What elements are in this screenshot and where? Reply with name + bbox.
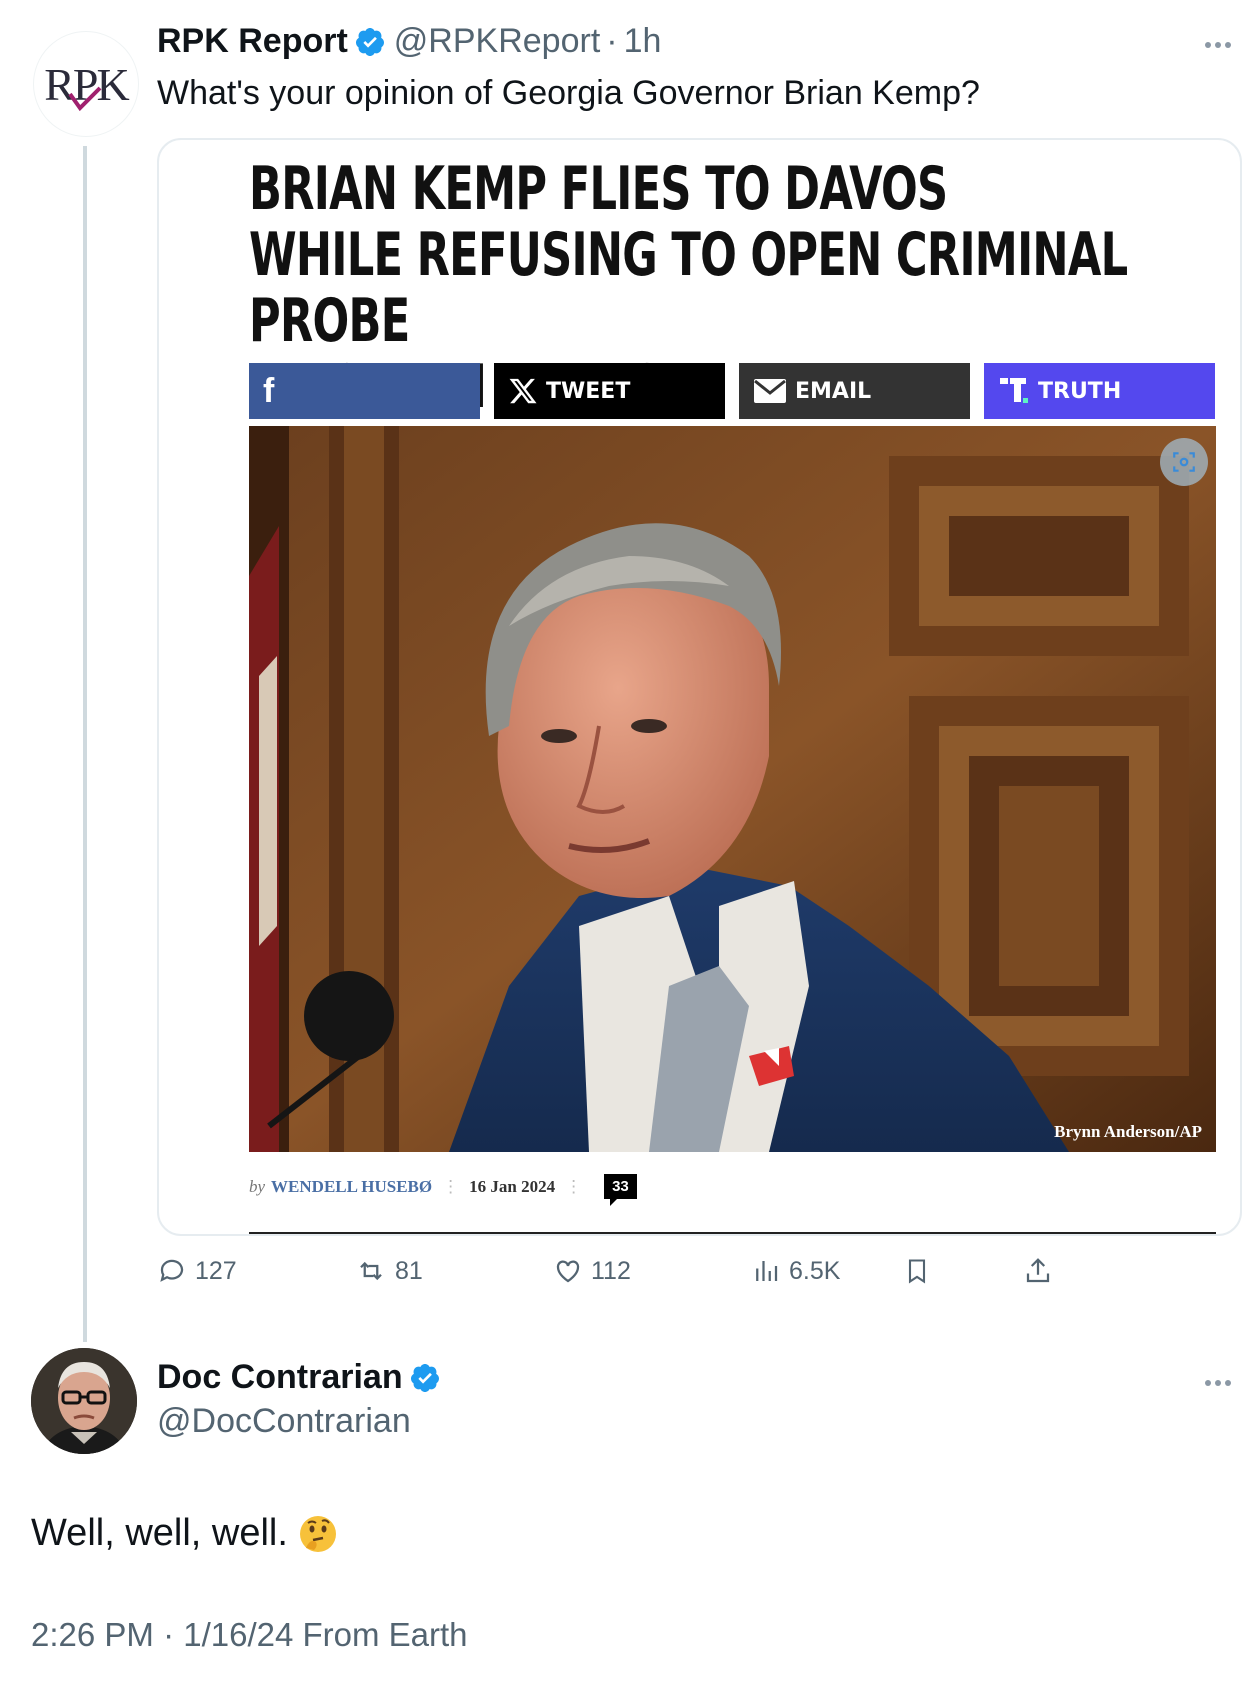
- repost-icon: [360, 1261, 382, 1281]
- x-logo-icon: [509, 378, 537, 404]
- facebook-share-button[interactable]: f: [249, 363, 480, 419]
- article-card[interactable]: BRIAN KEMP FLIES TO DAVOS WHILE REFUSING…: [157, 138, 1242, 1236]
- photo-credit: Brynn Anderson/AP: [1054, 1122, 1202, 1141]
- image-scan-icon[interactable]: [1160, 438, 1208, 486]
- reply-text: Well, well, well.: [31, 1512, 288, 1554]
- author-handle[interactable]: @RPKReport: [394, 22, 600, 61]
- share-button[interactable]: [1023, 1256, 1061, 1286]
- bookmark-button[interactable]: [903, 1256, 939, 1286]
- tweet-text: What's your opinion of Georgia Governor …: [157, 74, 980, 112]
- doc-avatar-portrait: [31, 1348, 137, 1454]
- views-button[interactable]: 6.5K: [751, 1256, 840, 1286]
- tweet-share-label: TWEET: [546, 378, 631, 404]
- reply-icon: [160, 1259, 184, 1282]
- byline-author[interactable]: WENDELL HUSEBØ: [271, 1177, 432, 1197]
- author-name[interactable]: RPK Report: [157, 22, 348, 61]
- verified-badge-icon: [355, 27, 384, 56]
- email-share-button[interactable]: EMAIL: [739, 363, 970, 419]
- truth-social-icon: [1000, 378, 1028, 403]
- view-count: 6.5K: [789, 1256, 841, 1285]
- headline-line-1: BRIAN KEMP FLIES TO DAVOS: [249, 154, 948, 224]
- more-options-icon[interactable]: [1205, 42, 1231, 48]
- reply-text-row: Well, well, well.: [31, 1512, 338, 1555]
- bookmark-icon: [908, 1259, 926, 1284]
- reply-author-name[interactable]: Doc Contrarian: [157, 1358, 403, 1397]
- card-divider: [249, 1232, 1216, 1234]
- header-separator: ·: [606, 22, 618, 60]
- like-count: 112: [591, 1256, 631, 1285]
- facebook-icon: f: [263, 372, 275, 410]
- byline-date: 16 Jan 2024: [469, 1176, 556, 1196]
- tweet-timestamp[interactable]: 1h: [624, 22, 662, 61]
- truth-social-share-button[interactable]: TRUTH: [984, 363, 1215, 419]
- reply-count: 127: [195, 1256, 237, 1285]
- thread-connector-line: [83, 146, 87, 1342]
- byline-separator-2: ⋮: [565, 1176, 583, 1196]
- article-byline: by WENDELL HUSEBØ ⋮ 16 Jan 2024 ⋮ 33: [249, 1174, 637, 1206]
- thinking-face-emoji-icon: [299, 1515, 336, 1552]
- article-photo[interactable]: Brynn Anderson/AP: [249, 426, 1216, 1152]
- heart-icon: [556, 1260, 580, 1283]
- x-tweet-share-button[interactable]: TWEET: [494, 363, 725, 419]
- reply-button[interactable]: 127: [157, 1256, 237, 1286]
- share-icon: [1026, 1258, 1050, 1283]
- avatar-doc-contrarian[interactable]: [31, 1348, 137, 1454]
- tweet-action-bar: 127 81 112 6.5K: [157, 1256, 1107, 1296]
- like-button[interactable]: 112: [553, 1256, 631, 1286]
- comment-count-badge[interactable]: 33: [604, 1174, 637, 1206]
- reply-author-handle[interactable]: @DocContrarian: [157, 1402, 411, 1441]
- repost-button[interactable]: 81: [355, 1256, 423, 1286]
- envelope-icon: [754, 379, 786, 403]
- truth-share-label: TRUTH: [1038, 378, 1122, 404]
- reply-timestamp-meta[interactable]: 2:26 PM · 1/16/24 From Earth: [31, 1616, 468, 1654]
- reply-author-row: Doc Contrarian: [157, 1358, 449, 1397]
- reply-more-options-icon[interactable]: [1205, 1380, 1231, 1386]
- avatar-rpk-report[interactable]: RPK: [33, 31, 139, 137]
- share-buttons-row: f TWEET EMAIL TRUTH: [249, 363, 1215, 419]
- tweet-header: RPK Report @RPKReport · 1h: [157, 22, 661, 61]
- email-share-label: EMAIL: [795, 378, 872, 404]
- repost-count: 81: [395, 1256, 423, 1285]
- portrait-illustration: [249, 426, 1216, 1152]
- headline-line-2: WHILE REFUSING TO OPEN CRIMINAL PROBE: [249, 220, 1128, 356]
- byline-separator: ⋮: [442, 1176, 460, 1196]
- views-chart-icon: [756, 1261, 778, 1281]
- logo-checkmark-icon: [68, 86, 102, 112]
- reply-verified-badge-icon: [410, 1363, 439, 1392]
- byline-prefix: by: [249, 1176, 266, 1196]
